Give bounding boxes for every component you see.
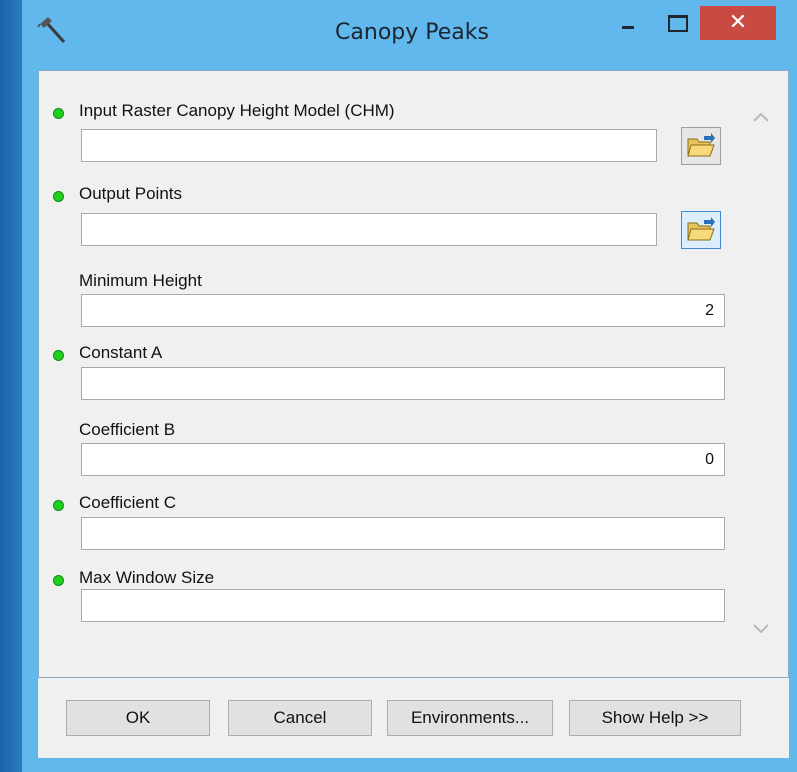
dialog-window: Canopy Peaks ✕ Input Raster Canopy Heigh… — [22, 0, 797, 772]
param-label-constant-a: Constant A — [79, 343, 163, 362]
minimize-icon — [622, 25, 634, 29]
output-points-field[interactable] — [81, 213, 657, 246]
window-title: Canopy Peaks — [335, 20, 489, 45]
desktop-background — [0, 0, 22, 772]
coefficient-b-field[interactable]: 0 — [81, 443, 725, 476]
required-indicator — [53, 500, 64, 511]
hammer-icon — [37, 17, 66, 44]
param-label-output-points: Output Points — [79, 184, 183, 203]
folder-open-icon — [687, 217, 715, 241]
maximize-icon — [668, 14, 688, 32]
environments-button[interactable]: Environments... — [387, 700, 553, 736]
param-label-coefficient-b: Coefficient B — [79, 420, 176, 439]
required-indicator — [53, 350, 64, 361]
scroll-up-icon[interactable] — [751, 109, 771, 125]
input-chm-field[interactable] — [81, 129, 657, 162]
window-bottom-border — [22, 758, 797, 772]
close-button[interactable]: ✕ — [700, 6, 776, 40]
required-indicator — [53, 108, 64, 119]
ok-button[interactable]: OK — [66, 700, 210, 736]
show-help-button[interactable]: Show Help >> — [569, 700, 741, 736]
title-bar[interactable]: Canopy Peaks ✕ — [22, 0, 797, 64]
parameters-panel: Input Raster Canopy Height Model (CHM) O… — [38, 70, 789, 678]
max-window-size-field[interactable] — [81, 589, 725, 622]
coefficient-c-field[interactable] — [81, 517, 725, 550]
param-label-max-window-size: Max Window Size — [79, 568, 215, 587]
folder-open-icon — [687, 133, 715, 157]
maximize-button[interactable] — [655, 6, 701, 40]
button-bar: OK Cancel Environments... Show Help >> — [38, 678, 789, 758]
close-icon: ✕ — [728, 10, 748, 35]
browse-output-points-button[interactable] — [681, 211, 721, 249]
cancel-button[interactable]: Cancel — [228, 700, 372, 736]
param-label-coefficient-c: Coefficient C — [79, 493, 177, 512]
constant-a-field[interactable] — [81, 367, 725, 400]
param-label-minimum-height: Minimum Height — [79, 271, 202, 290]
required-indicator — [53, 191, 64, 202]
scroll-down-icon[interactable] — [751, 621, 771, 637]
minimum-height-field[interactable]: 2 — [81, 294, 725, 327]
minimize-button[interactable] — [605, 6, 651, 40]
required-indicator — [53, 575, 64, 586]
browse-input-chm-button[interactable] — [681, 127, 721, 165]
param-label-input-chm: Input Raster Canopy Height Model (CHM) — [79, 101, 395, 120]
